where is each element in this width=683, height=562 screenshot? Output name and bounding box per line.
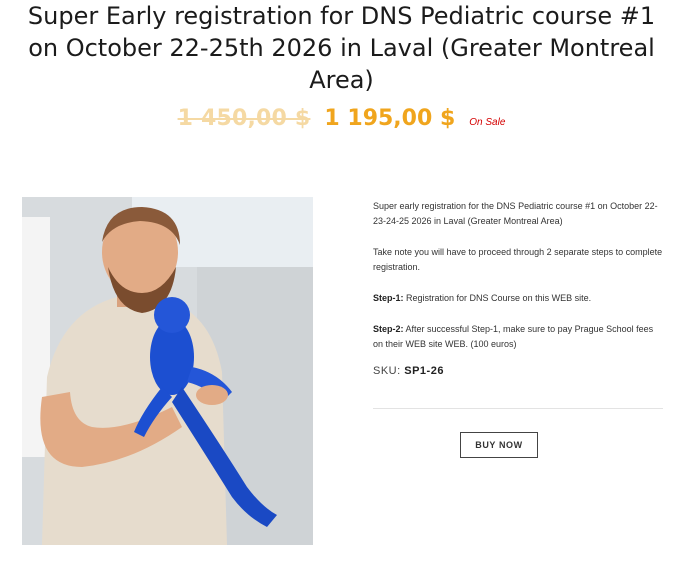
step-1-text: Registration for DNS Course on this WEB … bbox=[403, 293, 592, 303]
product-image[interactable] bbox=[22, 197, 313, 545]
step-1-label: Step-1: bbox=[373, 293, 404, 303]
on-sale-badge: On Sale bbox=[469, 117, 506, 128]
original-price: 1 450,00 $ bbox=[177, 106, 311, 131]
description-step-1: Step-1: Registration for DNS Course on t… bbox=[373, 291, 665, 306]
step-2-text: After successful Step-1, make sure to pa… bbox=[373, 324, 654, 349]
description-step-2: Step-2: After successful Step-1, make su… bbox=[373, 322, 665, 352]
sku-value: SP1-26 bbox=[404, 365, 444, 377]
price-row: 1 450,00 $ 1 195,00 $ On Sale bbox=[0, 106, 683, 136]
sku-line: SKU: SP1-26 bbox=[373, 365, 444, 377]
instructor-photo-icon bbox=[22, 197, 313, 545]
product-title: Super Early registration for DNS Pediatr… bbox=[27, 2, 656, 94]
product-description: Super early registration for the DNS Ped… bbox=[373, 199, 665, 368]
description-note: Take note you will have to proceed throu… bbox=[373, 247, 663, 272]
divider bbox=[373, 408, 663, 409]
buy-now-button[interactable]: BUY NOW bbox=[460, 432, 538, 458]
step-2-label: Step-2: bbox=[373, 324, 404, 334]
sku-label: SKU: bbox=[373, 365, 401, 377]
description-intro: Super early registration for the DNS Ped… bbox=[373, 201, 658, 226]
sale-price: 1 195,00 $ bbox=[324, 106, 456, 131]
